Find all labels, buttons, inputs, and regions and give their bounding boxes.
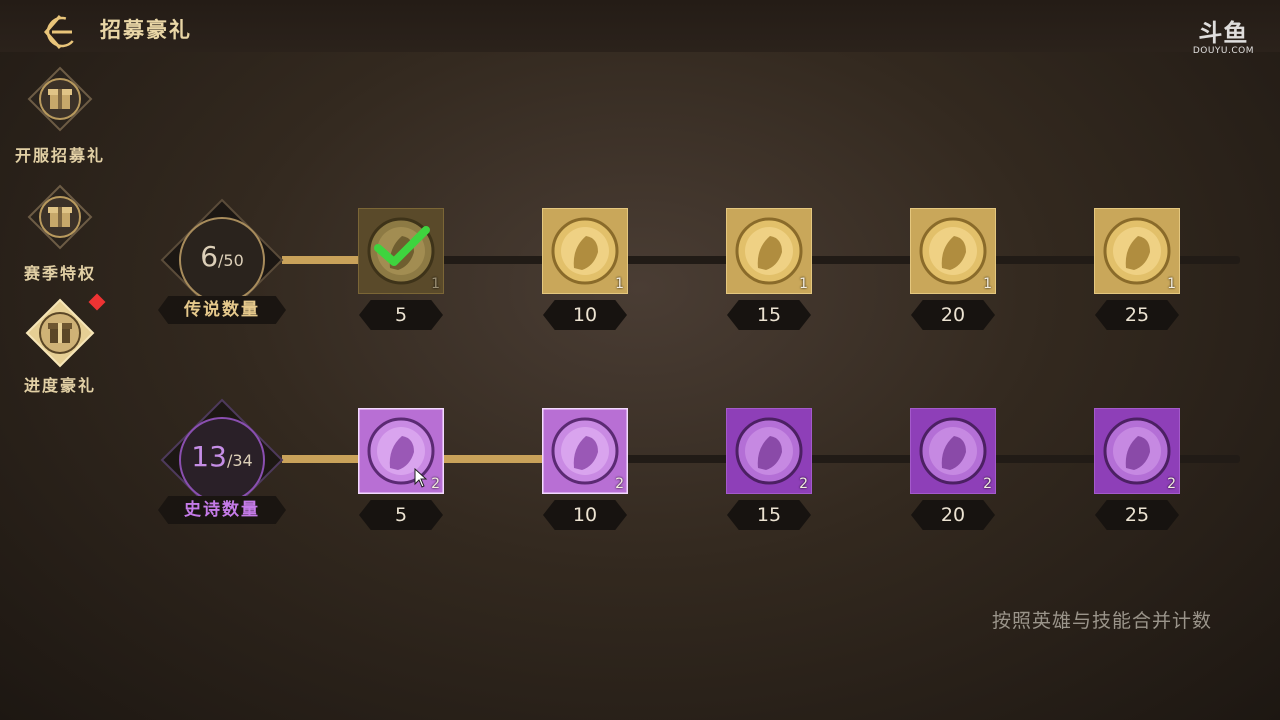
sidebar: 开服招募礼 赛季特权 进度豪礼 (0, 52, 120, 720)
mouse-cursor-icon (414, 468, 428, 488)
reward-quantity: 1 (983, 276, 992, 292)
watermark-logo-text: 斗鱼 (1198, 19, 1249, 47)
epic-reward-25[interactable]: 2 (1094, 408, 1180, 494)
epic-count: 13/34 (160, 440, 284, 473)
reward-quantity: 1 (431, 276, 440, 292)
sidebar-item-label: 进度豪礼 (23, 376, 96, 395)
epic-reward-10[interactable]: 2 (542, 408, 628, 494)
legendary-progress-fill (282, 256, 360, 264)
sidebar-item-season-privilege[interactable]: 赛季特权 (0, 182, 120, 284)
reward-quantity: 1 (1167, 276, 1176, 292)
legendary-reward-5[interactable]: 1 (358, 208, 444, 294)
legendary-label: 传说数量 (158, 296, 286, 324)
sidebar-item-server-recruit[interactable]: 开服招募礼 (0, 64, 120, 166)
count-rule-note: 按照英雄与技能合并计数 (992, 610, 1213, 632)
legendary-tier-5: 5 (359, 300, 443, 330)
epic-label: 史诗数量 (158, 496, 286, 524)
reward-quantity: 2 (799, 476, 808, 492)
douyu-watermark: 斗鱼 DOUYU.COM (1193, 20, 1254, 56)
gift-box-icon (25, 298, 95, 368)
epic-reward-5[interactable]: 2 (358, 408, 444, 494)
watermark-url: DOUYU.COM (1192, 46, 1254, 56)
sidebar-item-label: 开服招募礼 (14, 146, 105, 165)
legendary-reward-15[interactable]: 1 (726, 208, 812, 294)
back-arrow-icon[interactable] (42, 14, 78, 50)
page-title: 招募豪礼 (100, 18, 192, 42)
legendary-reward-25[interactable]: 1 (1094, 208, 1180, 294)
sidebar-icon-wrapper (25, 293, 106, 368)
epic-current: 13 (191, 440, 227, 473)
legendary-reward-10[interactable]: 1 (542, 208, 628, 294)
reward-quantity: 2 (615, 476, 624, 492)
epic-total: /34 (226, 451, 253, 470)
legendary-tier-15: 15 (727, 300, 811, 330)
gift-box-icon (27, 184, 93, 250)
legendary-reward-20[interactable]: 1 (910, 208, 996, 294)
legendary-tier-25: 25 (1095, 300, 1179, 330)
claimed-check-icon (374, 226, 430, 266)
legendary-tier-10: 10 (543, 300, 627, 330)
epic-count-badge: 13/34 史诗数量 (158, 398, 290, 528)
gift-box-icon (27, 66, 93, 132)
reward-quantity: 2 (1167, 476, 1176, 492)
epic-reward-15[interactable]: 2 (726, 408, 812, 494)
reward-quantity: 1 (615, 276, 624, 292)
epic-tier-15: 15 (727, 500, 811, 530)
top-bar: 招募豪礼 斗鱼 DOUYU.COM (0, 0, 1280, 56)
legendary-tier-20: 20 (911, 300, 995, 330)
epic-tier-20: 20 (911, 500, 995, 530)
reward-quantity: 2 (983, 476, 992, 492)
legendary-count-badge: 6/50 传说数量 (158, 198, 290, 328)
legendary-count: 6/50 (160, 240, 284, 273)
sidebar-item-label: 赛季特权 (23, 264, 96, 283)
epic-reward-20[interactable]: 2 (910, 408, 996, 494)
epic-tier-25: 25 (1095, 500, 1179, 530)
reward-quantity: 2 (431, 476, 440, 492)
legendary-total: /50 (218, 251, 244, 270)
legendary-current: 6 (200, 240, 219, 273)
reward-quantity: 1 (799, 276, 808, 292)
epic-tier-10: 10 (543, 500, 627, 530)
sidebar-item-progress-gift[interactable]: 进度豪礼 (0, 293, 120, 396)
epic-tier-5: 5 (359, 500, 443, 530)
